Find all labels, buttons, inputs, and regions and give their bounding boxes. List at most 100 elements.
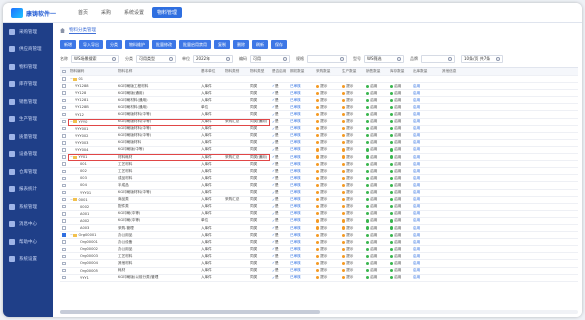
row-checkbox-cell[interactable] bbox=[62, 175, 67, 181]
cell-link[interactable]: 启用 bbox=[413, 154, 435, 160]
table-row[interactable]: Org00001 办公设备 入库件 同类 ✓ 是已审核 提示 提示 启用 启用 启用 bbox=[60, 239, 578, 247]
row-checkbox-cell[interactable] bbox=[62, 140, 67, 146]
cell-link[interactable]: 启用 bbox=[413, 147, 435, 153]
row-checkbox-cell[interactable] bbox=[62, 211, 67, 217]
cell-link[interactable]: 启用 bbox=[413, 83, 435, 89]
cell-status[interactable]: 已审核 bbox=[290, 190, 310, 196]
row-checkbox-cell[interactable] bbox=[62, 126, 67, 132]
table-row[interactable]: YYY004 KG印刷版(中等) 入库件 同类 ✓ 是已审核 提示 提示 启用 启用 启用 bbox=[60, 147, 578, 155]
filter-input[interactable]: 可用 bbox=[250, 55, 290, 63]
cell-link[interactable]: 启用 bbox=[413, 104, 435, 110]
row-checkbox-cell[interactable] bbox=[62, 168, 67, 174]
table-row[interactable]: A002 KG印刷(中等) 单位 同类 ✓ 是已审核 提示 提示 启用 启用 启用 bbox=[60, 218, 578, 225]
table-row[interactable]: YYY003 KG印刷版材料 入库件 同类 ✓ 是已审核 提示 提示 启用 启用 启用 bbox=[60, 140, 578, 147]
table-row[interactable]: YYY01 KG印刷版材料(中等) 入库件 同类 ✓ 是已审核 提示 提示 启用 启用 启用 bbox=[60, 190, 578, 197]
sidebar-item[interactable]: 仓库管理 bbox=[3, 163, 53, 181]
sidebar-item[interactable]: 消息中心 bbox=[3, 216, 53, 234]
row-checkbox[interactable] bbox=[62, 169, 66, 174]
column-header[interactable]: 销售数量 bbox=[366, 68, 388, 75]
cell-link[interactable]: 启用 bbox=[413, 268, 435, 274]
toolbar-button[interactable]: 保存 bbox=[271, 40, 287, 49]
row-checkbox[interactable] bbox=[62, 197, 66, 202]
row-checkbox[interactable] bbox=[62, 254, 66, 259]
cell-link[interactable]: 启用 bbox=[413, 168, 435, 174]
toolbar-button[interactable]: 批量启用禁用 bbox=[179, 40, 211, 49]
cell-status[interactable]: 已审核 bbox=[290, 104, 310, 110]
row-checkbox[interactable] bbox=[62, 119, 66, 124]
column-header[interactable]: 期初数量 bbox=[290, 68, 310, 75]
row-checkbox[interactable] bbox=[62, 190, 66, 195]
toolbar-button[interactable]: 物料维护 bbox=[125, 40, 149, 49]
row-checkbox-cell[interactable] bbox=[62, 119, 67, 125]
row-checkbox-cell[interactable] bbox=[62, 197, 67, 203]
cell-status[interactable]: 已审核 bbox=[290, 275, 310, 281]
toolbar-button[interactable]: 删除 bbox=[233, 40, 249, 49]
cell-link[interactable]: 启用 bbox=[413, 239, 435, 245]
cell-status[interactable]: 已审核 bbox=[290, 133, 310, 139]
table-row[interactable]: YY12 KG印刷版材料(中等) 入库件 同类 ✓ 是已审核 提示 提示 启用 启用 启用 bbox=[60, 111, 578, 119]
table-row[interactable]: A003 采购-管理 入库件 同类 ✓ 是已审核 提示 提示 启用 启用 启用 bbox=[60, 225, 578, 233]
toolbar-button[interactable]: 复制 bbox=[214, 40, 230, 49]
column-header[interactable]: 物料名称 bbox=[118, 68, 200, 75]
cell-link[interactable]: 启用 bbox=[413, 225, 435, 231]
row-checkbox-cell[interactable] bbox=[62, 253, 67, 259]
sidebar-item[interactable]: 系统管理 bbox=[3, 198, 53, 216]
cell-link[interactable]: 启用 bbox=[413, 246, 435, 252]
topnav-item[interactable]: 物料管理 bbox=[152, 7, 183, 18]
cell-status[interactable]: 已审核 bbox=[290, 168, 310, 174]
table-row[interactable]: YYY001 KG印刷版材料(中等) 入库件 同类 ✓ 是已审核 提示 提示 启用 启用 启用 bbox=[60, 126, 578, 133]
filter-input[interactable]: 10条/页 共7条 bbox=[461, 55, 503, 63]
header-checkbox-cell[interactable] bbox=[62, 68, 67, 75]
cell-link[interactable]: 启用 bbox=[413, 232, 435, 238]
toolbar-button[interactable]: 刷新 bbox=[252, 40, 268, 49]
column-header[interactable]: 物料编码 bbox=[70, 68, 116, 75]
table-row[interactable]: − Org00001 办公用品 入库件 同类 ✓ 是已审核 提示 提示 启用 启用 启用 bbox=[60, 232, 578, 240]
row-checkbox-cell[interactable] bbox=[62, 97, 67, 103]
row-checkbox[interactable] bbox=[62, 247, 66, 252]
row-checkbox-cell[interactable] bbox=[62, 133, 67, 139]
cell-status[interactable]: 已审核 bbox=[290, 140, 310, 146]
filter-input[interactable] bbox=[307, 55, 347, 63]
cell-status[interactable]: 已审核 bbox=[290, 126, 310, 132]
column-header[interactable]: 采购数量 bbox=[316, 68, 338, 75]
cell-link[interactable]: 启用 bbox=[413, 253, 435, 259]
cell-status[interactable]: 已审核 bbox=[290, 218, 310, 224]
row-checkbox-cell[interactable] bbox=[62, 76, 67, 82]
row-checkbox-cell[interactable] bbox=[62, 204, 67, 210]
table-row[interactable]: YY128 KG印刷版(通用) 入库件 同类 ✓ 是已审核 提示 提示 启用 启用 启用 bbox=[60, 90, 578, 98]
table-row[interactable]: − YY01 材料耗材 入库件 采购汇总 同类(通用) ✓ 是已审核 提示 提示 启用 启用 启用 bbox=[60, 154, 578, 162]
cell-status[interactable]: 已审核 bbox=[290, 175, 310, 181]
select-all-checkbox[interactable] bbox=[62, 69, 66, 74]
row-checkbox[interactable] bbox=[62, 155, 66, 159]
row-checkbox-cell[interactable] bbox=[62, 161, 67, 167]
cell-status[interactable]: 已审核 bbox=[290, 211, 310, 217]
row-checkbox-cell[interactable] bbox=[62, 232, 67, 238]
row-checkbox-cell[interactable] bbox=[62, 225, 67, 231]
table-row[interactable]: 0002 配件类 入库件 同类 ✓ 是已审核 提示 提示 启用 启用 启用 bbox=[60, 204, 578, 211]
cell-status[interactable]: 已审核 bbox=[290, 246, 310, 252]
cell-link[interactable]: 启用 bbox=[413, 126, 435, 132]
cell-link[interactable]: 启用 bbox=[413, 260, 435, 266]
row-checkbox-cell[interactable] bbox=[62, 275, 67, 281]
table-row[interactable]: Org00005 耗材 入库件 同类 ✓ 是已审核 提示 提示 启用 启用 启用 bbox=[60, 268, 578, 275]
cell-status[interactable]: 已审核 bbox=[290, 147, 310, 153]
cell-status[interactable]: 已审核 bbox=[290, 111, 310, 117]
table-row[interactable]: YYY002 KG印刷版材料(中等) 入库件 同类 ✓ 是已审核 提示 提示 启用 启用 启用 bbox=[60, 133, 578, 140]
filter-input[interactable]: 可用类型 bbox=[136, 55, 176, 63]
cell-link[interactable]: 启用 bbox=[413, 175, 435, 181]
table-row[interactable]: 003 成品材料 入库件 同类 ✓ 是已审核 提示 提示 启用 启用 启用 bbox=[60, 175, 578, 183]
row-checkbox-cell[interactable] bbox=[62, 218, 67, 224]
row-checkbox[interactable] bbox=[62, 219, 66, 223]
row-checkbox-cell[interactable] bbox=[62, 260, 67, 266]
cell-status[interactable]: 已审核 bbox=[290, 260, 310, 266]
sidebar-item[interactable]: 设备管理 bbox=[3, 146, 53, 164]
cell-status[interactable]: 已审核 bbox=[290, 239, 310, 245]
row-checkbox[interactable] bbox=[62, 91, 66, 95]
row-checkbox[interactable] bbox=[62, 233, 66, 237]
toolbar-button[interactable]: 批量修改 bbox=[152, 40, 176, 49]
cell-link[interactable]: 启用 bbox=[413, 90, 435, 96]
filter-input[interactable] bbox=[421, 55, 455, 63]
row-checkbox[interactable] bbox=[62, 176, 66, 181]
sidebar-item[interactable]: 帮助中心 bbox=[3, 233, 53, 251]
row-checkbox-cell[interactable] bbox=[62, 104, 67, 110]
